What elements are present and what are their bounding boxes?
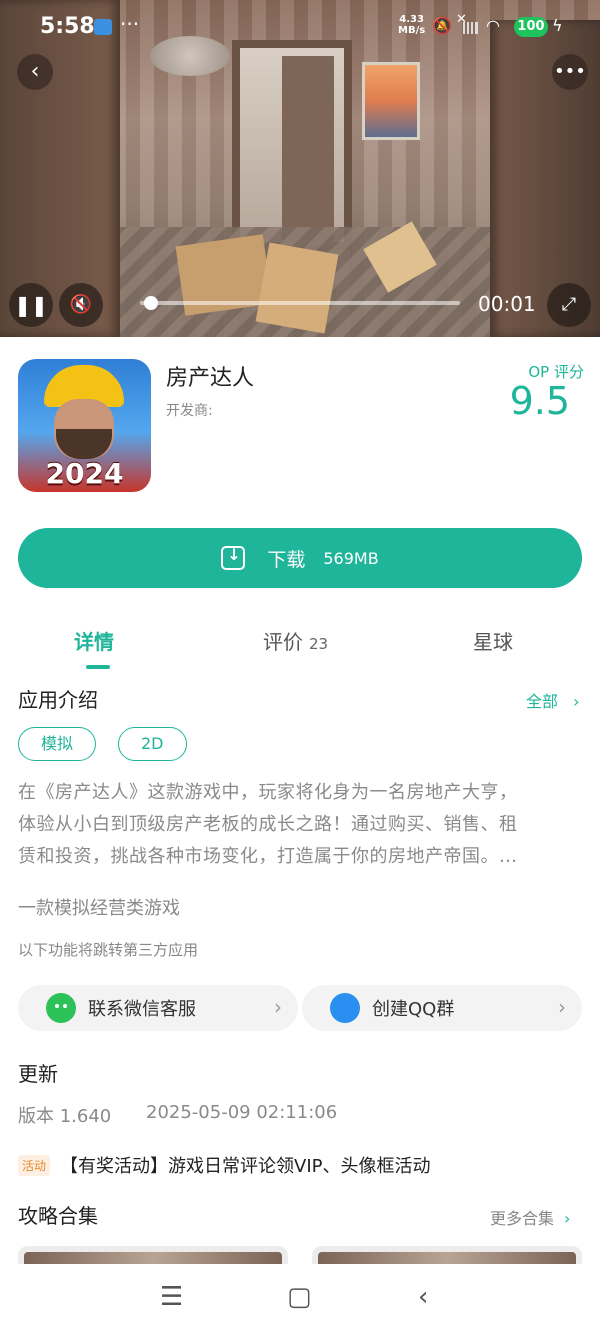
activity-banner[interactable]: 活动 【有奖活动】游戏日常评论领VIP、头像框活动 xyxy=(18,1152,431,1178)
developer-label: 开发商: xyxy=(166,403,213,419)
charging-icon: ϟ xyxy=(552,16,563,35)
fullscreen-icon: ⤢ xyxy=(561,294,577,315)
network-speed-value: 4.33 xyxy=(399,14,424,25)
download-size: 569MB xyxy=(323,548,379,568)
video-frame-inner-door xyxy=(282,56,334,246)
video-elapsed-time: 00:01 xyxy=(478,292,536,316)
video-frame-box xyxy=(255,242,339,334)
third-party-note: 以下功能将跳转第三方应用 xyxy=(18,941,199,959)
activity-badge: 活动 xyxy=(18,1154,51,1176)
qq-group-link[interactable]: 创建QQ群 › xyxy=(302,985,582,1031)
video-frame-painting xyxy=(362,62,420,140)
network-speed-unit: MB/s xyxy=(398,25,426,36)
signal-icon xyxy=(460,22,478,34)
chevron-right-icon: › xyxy=(573,692,580,711)
guide-thumbnail[interactable] xyxy=(312,1246,582,1264)
bell-muted-icon: 🔕 xyxy=(432,16,452,35)
system-nav-bar: ☰ ▢ ‹ xyxy=(0,1264,600,1333)
video-player[interactable]: 5:58 ··· 4.33 MB/s 🔕 ✕ ◠ 100 ϟ ‹ ••• ❚❚ … xyxy=(0,0,600,337)
chevron-right-icon: › xyxy=(558,995,566,1019)
version-number: 版本 1.640 xyxy=(18,1106,112,1127)
intro-title: 应用介绍 xyxy=(18,688,98,712)
back-icon[interactable]: ‹ xyxy=(418,1282,428,1312)
app-name: 房产达人 xyxy=(166,366,255,391)
guides-title: 攻略合集 xyxy=(18,1204,98,1228)
tab-reviews-count: 23 xyxy=(309,635,329,653)
more-guides-link[interactable]: 更多合集 › xyxy=(490,1205,570,1229)
more-guides-label: 更多合集 xyxy=(490,1209,555,1228)
more-options-button[interactable]: ••• xyxy=(552,54,588,90)
tab-reviews-label: 评价 xyxy=(263,630,303,654)
mute-button[interactable]: 🔇 xyxy=(59,283,103,327)
tab-details-label: 详情 xyxy=(74,630,114,654)
fullscreen-button[interactable]: ⤢ xyxy=(547,283,591,327)
guide-thumbnail[interactable] xyxy=(18,1246,288,1264)
menu-icon[interactable]: ☰ xyxy=(160,1282,183,1312)
video-progress-bar[interactable] xyxy=(140,296,460,310)
download-label: 下载 xyxy=(267,548,306,571)
version-date: 2025-05-09 02:11:06 xyxy=(146,1102,338,1123)
chevron-right-icon: › xyxy=(274,995,282,1019)
tab-planet[interactable]: 星球 xyxy=(473,626,513,655)
description-line: 体验从小白到顶级房产老板的成长之路！通过购买、销售、租 xyxy=(18,814,518,835)
app-subtitle: 一款模拟经营类游戏 xyxy=(18,898,180,919)
qq-icon xyxy=(330,993,360,1023)
update-title: 更新 xyxy=(18,1062,58,1086)
pause-button[interactable]: ❚❚ xyxy=(9,283,53,327)
home-icon[interactable]: ▢ xyxy=(287,1282,312,1312)
wifi-icon: ◠ xyxy=(486,16,500,35)
description-line: 赁和投资，挑战各种市场变化，打造属于你的房地产帝国。… xyxy=(18,846,518,867)
speaker-muted-icon: 🔇 xyxy=(69,294,93,315)
status-time: 5:58 xyxy=(40,14,95,39)
intro-all-link[interactable]: 全部 › xyxy=(526,688,580,712)
network-speed: 4.33 MB/s xyxy=(398,14,425,36)
app-description[interactable]: 在《房产达人》这款游戏中，玩家将化身为一名房地产大亨， 体验从小白到顶级房产老板… xyxy=(18,777,584,873)
description-line: 在《房产达人》这款游戏中，玩家将化身为一名房地产大亨， xyxy=(18,782,518,803)
pause-icon: ❚❚ xyxy=(14,293,48,317)
battery-level: 100 xyxy=(514,17,548,37)
status-bar: 5:58 ··· 4.33 MB/s 🔕 ✕ ◠ 100 ϟ xyxy=(0,0,600,56)
chevron-right-icon: › xyxy=(564,1209,571,1228)
score-value: 9.5 xyxy=(509,379,570,423)
download-button[interactable]: 下载 569MB xyxy=(18,528,582,588)
back-button[interactable]: ‹ xyxy=(17,54,53,90)
app-icon: 2024 xyxy=(18,359,151,492)
qq-group-label: 创建QQ群 xyxy=(372,999,455,1020)
app-icon-year: 2024 xyxy=(45,457,124,490)
chevron-left-icon: ‹ xyxy=(30,59,40,84)
tab-reviews[interactable]: 评价 23 xyxy=(263,626,328,655)
tag-simulation[interactable]: 模拟 xyxy=(18,727,97,761)
wechat-support-link[interactable]: 联系微信客服 › xyxy=(18,985,298,1031)
calendar-notification-icon xyxy=(94,19,112,35)
tag-2d[interactable]: 2D xyxy=(118,727,187,761)
tab-bar: 详情 评价 23 星球 xyxy=(0,620,600,670)
download-icon xyxy=(221,545,246,570)
tab-details[interactable]: 详情 xyxy=(74,626,114,655)
active-tab-indicator xyxy=(86,665,110,669)
more-icon: ••• xyxy=(554,61,586,82)
wechat-support-label: 联系微信客服 xyxy=(88,999,196,1020)
activity-text: 【有奖活动】游戏日常评论领VIP、头像框活动 xyxy=(60,1156,431,1177)
tab-planet-label: 星球 xyxy=(473,630,513,654)
wechat-icon xyxy=(46,993,76,1023)
intro-all-label: 全部 xyxy=(526,692,559,711)
status-more-dots: ··· xyxy=(120,12,140,36)
